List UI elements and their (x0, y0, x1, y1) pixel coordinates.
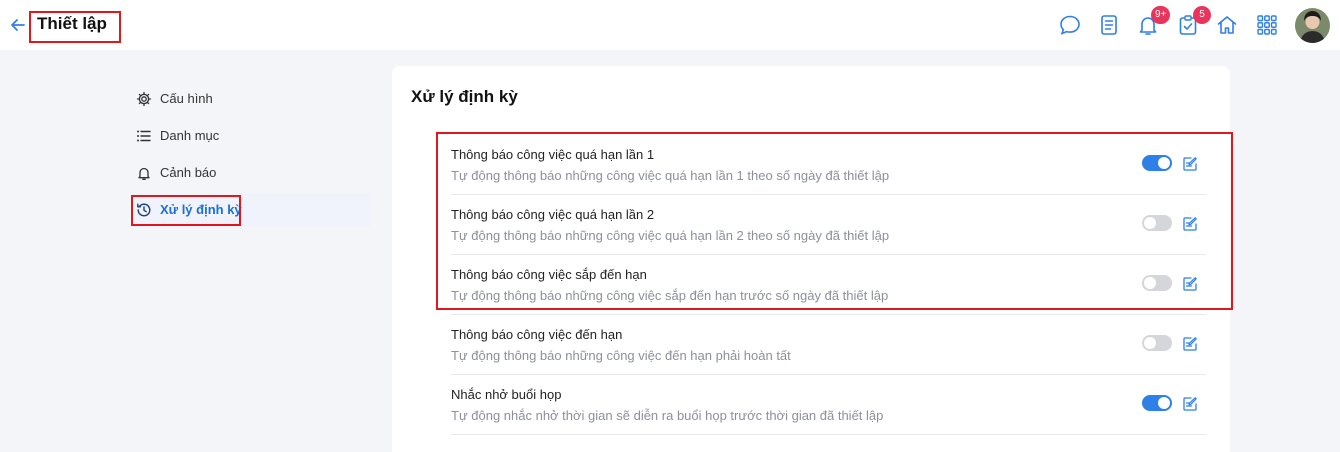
rows-highlight-box (436, 132, 1233, 310)
edit-icon[interactable] (1182, 336, 1198, 352)
sidebar-highlight-box (131, 195, 241, 226)
grid-icon[interactable] (1255, 13, 1279, 37)
list-icon (137, 130, 151, 142)
sidebar-item-label: Cảnh báo (160, 165, 217, 180)
setting-row: Nhắc nhở buổi họp Tự động nhắc nhở thời g… (451, 375, 1206, 435)
toggle-knob (1158, 397, 1170, 409)
chat-bubble-icon[interactable] (1058, 13, 1082, 37)
gear-icon (136, 91, 152, 107)
page-title: Thiết lập (37, 14, 107, 33)
setting-toggle[interactable] (1142, 395, 1172, 411)
edit-icon[interactable] (1182, 396, 1198, 412)
section-title: Xử lý định kỳ (411, 87, 518, 106)
arrow-left-icon[interactable] (9, 16, 27, 34)
toggle-knob (1144, 337, 1156, 349)
sidebar-item-configuration[interactable]: Cấu hình (132, 82, 370, 116)
sidebar-item-label: Danh mục (160, 128, 220, 143)
sidebar-item-alerts[interactable]: Cảnh báo (132, 156, 370, 190)
document-list-icon[interactable] (1097, 13, 1121, 37)
setting-description: Tự động thông báo những công việc đến hạ… (451, 348, 791, 363)
setting-row: Thông báo công việc đến hạn Tự động thông… (451, 315, 1206, 375)
sidebar-item-categories[interactable]: Danh mục (132, 119, 370, 153)
home-icon[interactable] (1215, 13, 1239, 37)
sidebar-item-label: Cấu hình (160, 91, 213, 106)
top-bar: Thiết lập 9+ 5 (0, 0, 1340, 50)
setting-toggle[interactable] (1142, 335, 1172, 351)
avatar[interactable] (1295, 8, 1330, 43)
setting-title: Thông báo công việc đến hạn (451, 327, 623, 342)
setting-description: Tự động nhắc nhở thời gian sẽ diễn ra bu… (451, 408, 884, 423)
setting-title: Nhắc nhở buổi họp (451, 387, 562, 402)
notification-badge: 9+ (1151, 6, 1171, 24)
bell-icon (138, 167, 150, 180)
tasks-badge: 5 (1193, 6, 1211, 24)
